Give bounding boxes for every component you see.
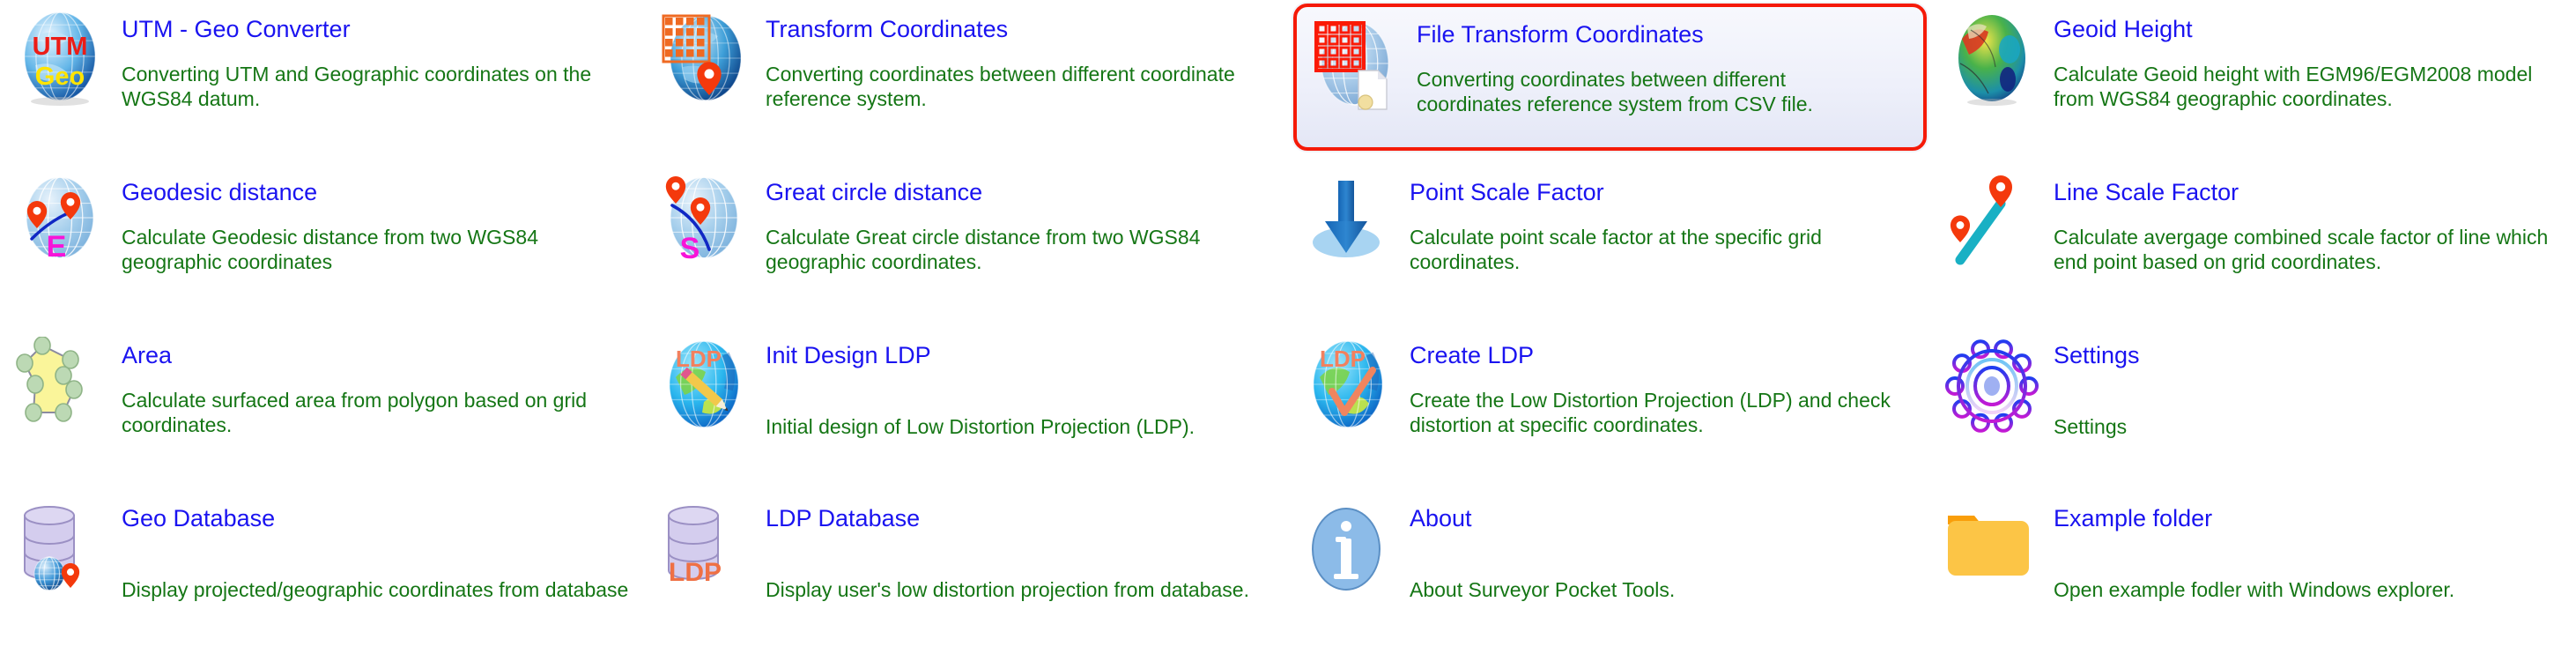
tool-tile-area[interactable]: Area Calculate surfaced area from polygon… (0, 326, 644, 489)
tool-title[interactable]: About (1410, 505, 1932, 531)
svg-text:LDP: LDP (1320, 346, 1366, 372)
tool-description: Calculate surfaced area from polygon bas… (122, 389, 588, 436)
ldp-check-globe-icon: LDP (1300, 337, 1403, 442)
tool-title[interactable]: LDP Database (766, 505, 1288, 531)
tool-description: Converting coordinates between different… (1417, 68, 1813, 115)
tool-tile-file-transform-coordinates[interactable]: File Transform Coordinates Converting coo… (1293, 4, 1927, 151)
geoid-globe-icon (1944, 11, 2047, 116)
tool-description: Calculate point scale factor at the spec… (1410, 226, 1822, 273)
tool-text-block: Create LDP Create the Low Distortion Proj… (1403, 337, 1932, 437)
info-circle-icon (1300, 500, 1403, 606)
ldp-pencil-globe-icon: LDP (656, 337, 759, 442)
tool-description: Display user's low distortion projection… (766, 578, 1249, 601)
tool-title[interactable]: Settings (2054, 342, 2576, 368)
great-circle-globe-icon: S (656, 174, 759, 279)
tool-title[interactable]: UTM - Geo Converter (122, 16, 644, 42)
tool-tile-init-design-ldp[interactable]: LDP Init Design LDP Initial design of Low … (644, 326, 1288, 489)
tool-text-block: Point Scale Factor Calculate point scale … (1403, 174, 1932, 274)
two-pins-line-icon (1944, 174, 2047, 279)
tool-text-block: Settings Settings (2047, 337, 2576, 439)
tool-text-block: LDP Database Display user's low distortio… (759, 500, 1288, 602)
tool-description: Converting coordinates between different… (766, 63, 1235, 110)
tool-text-block: Geodesic distance Calculate Geodesic dist… (115, 174, 644, 274)
tool-tile-example-folder[interactable]: Example folder Open example fodler with W… (1932, 489, 2576, 652)
svg-text:Geo: Geo (35, 63, 85, 91)
database-ldp-icon: LDP (656, 500, 759, 606)
tool-description: Calculate avergage combined scale factor… (2054, 226, 2549, 273)
gear-icon (1944, 337, 2047, 442)
tool-tile-utm-geo-converter[interactable]: UTM Geo UTM - Geo Converter Converting UTM … (0, 0, 644, 163)
folder-icon (1944, 500, 2047, 606)
down-arrow-ellipse-icon (1300, 174, 1403, 279)
tool-title[interactable]: Geodesic distance (122, 179, 644, 205)
tool-description: Initial design of Low Distortion Project… (766, 415, 1195, 438)
tool-description: Calculate Great circle distance from two… (766, 226, 1201, 273)
tool-grid: UTM Geo UTM - Geo Converter Converting UTM … (0, 0, 2576, 654)
tool-description: Display projected/geographic coordinates… (122, 578, 629, 601)
tool-tile-great-circle-distance[interactable]: S Great circle distance Calculate Great ci… (644, 163, 1288, 326)
tool-title[interactable]: File Transform Coordinates (1417, 21, 1923, 48)
tool-tile-point-scale-factor[interactable]: Point Scale Factor Calculate point scale … (1288, 163, 1932, 326)
tool-title[interactable]: Geoid Height (2054, 16, 2576, 42)
tool-text-block: Great circle distance Calculate Great cir… (759, 174, 1288, 274)
svg-text:UTM: UTM (33, 33, 88, 61)
tool-title[interactable]: Geo Database (122, 505, 644, 531)
database-globe-pin-icon (12, 500, 115, 606)
tool-text-block: Line Scale Factor Calculate avergage comb… (2047, 174, 2576, 274)
tool-text-block: Init Design LDP Initial design of Low Dis… (759, 337, 1288, 439)
tool-title[interactable]: Transform Coordinates (766, 16, 1288, 42)
tool-tile-about[interactable]: About About Surveyor Pocket Tools. (1288, 489, 1932, 652)
tool-title[interactable]: Create LDP (1410, 342, 1932, 368)
tool-tile-transform-coordinates[interactable]: Transform Coordinates Converting coordina… (644, 0, 1288, 163)
polygon-area-icon (12, 337, 115, 442)
tool-title[interactable]: Init Design LDP (766, 342, 1288, 368)
tool-description: Create the Low Distortion Projection (LD… (1410, 389, 1891, 436)
tool-tile-create-ldp[interactable]: LDP Create LDP Create the Low Distortion P… (1288, 326, 1932, 489)
tool-tile-ldp-database[interactable]: LDP LDP Database Display user's low distor… (644, 489, 1288, 652)
tool-text-block: File Transform Coordinates Converting coo… (1410, 16, 1923, 116)
tool-description: About Surveyor Pocket Tools. (1410, 578, 1676, 601)
tool-description: Calculate Geoid height with EGM96/EGM200… (2054, 63, 2533, 110)
tool-text-block: Geo Database Display projected/geographic… (115, 500, 644, 602)
utm-geo-globe-icon: UTM Geo (12, 11, 115, 116)
tool-text-block: About About Surveyor Pocket Tools. (1403, 500, 1932, 602)
tool-title[interactable]: Area (122, 342, 644, 368)
tool-title[interactable]: Point Scale Factor (1410, 179, 1932, 205)
geodesic-globe-icon: E (12, 174, 115, 279)
tool-text-block: Area Calculate surfaced area from polygon… (115, 337, 644, 437)
tool-description: Converting UTM and Geographic coordinate… (122, 63, 592, 110)
tool-description: Calculate Geodesic distance from two WGS… (122, 226, 538, 273)
tool-text-block: UTM - Geo Converter Converting UTM and Ge… (115, 11, 644, 111)
svg-text:LDP: LDP (676, 346, 722, 372)
tool-description: Open example fodler with Windows explore… (2054, 578, 2455, 601)
tool-text-block: Geoid Height Calculate Geoid height with … (2047, 11, 2576, 111)
svg-text:E: E (47, 230, 67, 264)
tool-tile-line-scale-factor[interactable]: Line Scale Factor Calculate avergage comb… (1932, 163, 2576, 326)
tool-tile-geoid-height[interactable]: Geoid Height Calculate Geoid height with … (1932, 0, 2576, 163)
tool-description: Settings (2054, 415, 2128, 438)
tool-tile-settings[interactable]: Settings Settings (1932, 326, 2576, 489)
tool-tile-geo-database[interactable]: Geo Database Display projected/geographic… (0, 489, 644, 652)
tool-text-block: Example folder Open example fodler with W… (2047, 500, 2576, 602)
tool-title[interactable]: Great circle distance (766, 179, 1288, 205)
tool-title[interactable]: Example folder (2054, 505, 2576, 531)
grid-globe-file-icon (1307, 16, 1410, 122)
svg-text:S: S (680, 232, 700, 265)
grid-globe-pin-icon (656, 11, 759, 116)
tool-title[interactable]: Line Scale Factor (2054, 179, 2576, 205)
tool-text-block: Transform Coordinates Converting coordina… (759, 11, 1288, 111)
svg-text:LDP: LDP (669, 558, 722, 587)
tool-tile-geodesic-distance[interactable]: E Geodesic distance Calculate Geodesic dis… (0, 163, 644, 326)
